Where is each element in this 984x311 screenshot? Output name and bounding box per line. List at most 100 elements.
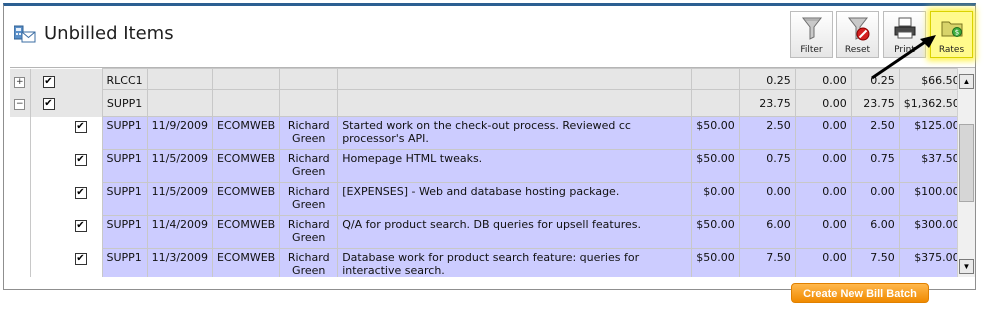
funnel-icon: [801, 17, 823, 40]
item-checkbox[interactable]: ✔: [74, 186, 87, 199]
empty-cell: [146, 89, 214, 117]
hours-cell: 2.50: [738, 116, 796, 150]
empty-cell: [279, 89, 339, 117]
item-checkbox-cell: ✔: [29, 248, 103, 277]
vertical-scrollbar[interactable]: ▲ ▼: [957, 68, 975, 277]
description-cell: [EXPENSES] - Web and database hosting pa…: [337, 182, 693, 216]
bill-cell: 0.75: [850, 149, 900, 183]
description-cell: Started work on the check-out process. R…: [337, 116, 693, 150]
nobill-cell: 0.00: [794, 68, 852, 90]
hours-cell: 0.75: [738, 149, 796, 183]
group-checkbox[interactable]: ✔: [42, 98, 55, 110]
empty-cell: [212, 89, 281, 117]
description-cell: Q/A for product search. DB queries for u…: [337, 215, 693, 249]
item-checkbox[interactable]: ✔: [74, 153, 87, 166]
description-cell: Database work for product search feature…: [337, 248, 693, 277]
item-checkbox[interactable]: ✔: [74, 219, 87, 232]
envelope-calculator-icon: [14, 25, 36, 43]
nobill-cell: 0.00: [794, 116, 852, 150]
bill-cell: 7.50: [850, 248, 900, 277]
description-cell: Homepage HTML tweaks.: [337, 149, 693, 183]
date-cell: 11/3/2009: [146, 248, 214, 277]
hours-cell: 6.00: [738, 215, 796, 249]
expand-collapse-icon[interactable]: −: [14, 99, 26, 110]
group-summary-row[interactable]: + ✔ RLCC1 0.25 0.00 0.25 $66.50: [10, 68, 965, 90]
code-cell: SUPP1: [101, 89, 148, 117]
employee-cell: Richard Green: [279, 215, 339, 249]
employee-cell: Richard Green: [279, 149, 339, 183]
empty-cell: [146, 68, 214, 90]
hours-cell: 23.75: [738, 89, 796, 117]
scroll-up-icon[interactable]: ▲: [959, 74, 974, 89]
employee-cell: Richard Green: [279, 248, 339, 277]
empty-cell: [10, 149, 31, 183]
table-row[interactable]: ✔ SUPP1 11/5/2009 ECOMWEB Richard Green [EXPE…: [10, 182, 965, 216]
amount-cell: $66.50: [898, 68, 965, 90]
item-checkbox[interactable]: ✔: [74, 252, 87, 265]
item-checkbox-cell: ✔: [29, 116, 103, 150]
scroll-thumb[interactable]: [959, 124, 974, 202]
date-cell: 11/4/2009: [146, 215, 214, 249]
employee-cell: Richard Green: [279, 116, 339, 150]
item-checkbox-cell: ✔: [29, 182, 103, 216]
reset-label: Reset: [844, 45, 871, 55]
amount-cell: $37.50: [898, 149, 965, 183]
code-cell: SUPP1: [101, 182, 148, 216]
empty-cell: [10, 248, 31, 277]
group-checkbox[interactable]: ✔: [42, 75, 55, 88]
table-row[interactable]: ✔ SUPP1 11/5/2009 ECOMWEB Richard Green Homep…: [10, 149, 965, 183]
item-checkbox[interactable]: ✔: [74, 120, 87, 133]
funnel-reset-icon: [847, 17, 870, 41]
rates-button[interactable]: $ Rates: [930, 11, 973, 58]
code-cell: RLCC1: [101, 68, 148, 90]
group-expander-cell: +: [10, 68, 31, 90]
bill-cell: 6.00: [850, 215, 900, 249]
code-cell: SUPP1: [101, 116, 148, 150]
print-button[interactable]: Print: [883, 11, 926, 58]
bill-cell: 23.75: [850, 89, 900, 117]
rates-label: Rates: [938, 45, 965, 55]
client-cell: ECOMWEB: [212, 215, 281, 249]
nobill-cell: 0.00: [794, 215, 852, 249]
nobill-cell: 0.00: [794, 182, 852, 216]
group-summary-row[interactable]: − ✔ SUPP1 23.75 0.00 23.75 $1,362.50: [10, 89, 965, 117]
panel-header: Unbilled Items Filter Reset Print $ Rate…: [4, 6, 975, 66]
filter-button[interactable]: Filter: [790, 11, 833, 58]
client-cell: ECOMWEB: [212, 149, 281, 183]
create-new-bill-batch-button[interactable]: Create New Bill Batch: [791, 283, 929, 303]
hours-cell: 0.00: [738, 182, 796, 216]
items-table: + ✔ RLCC1 0.25 0.00 0.25 $66.50− ✔ SUPP1 23.75 0.0…: [10, 68, 965, 277]
client-cell: ECOMWEB: [212, 248, 281, 277]
client-cell: ECOMWEB: [212, 182, 281, 216]
expand-collapse-icon[interactable]: +: [14, 76, 26, 88]
group-expander-cell: −: [10, 89, 31, 117]
empty-cell: [691, 89, 740, 117]
table-row[interactable]: ✔ SUPP1 11/9/2009 ECOMWEB Richard Green Start…: [10, 116, 965, 150]
empty-cell: [10, 182, 31, 216]
empty-cell: [10, 215, 31, 249]
empty-cell: [337, 68, 693, 90]
empty-cell: [337, 89, 693, 117]
date-cell: 11/9/2009: [146, 116, 214, 150]
item-checkbox-cell: ✔: [29, 215, 103, 249]
item-checkbox-cell: ✔: [29, 149, 103, 183]
print-label: Print: [894, 45, 915, 55]
empty-cell: [691, 68, 740, 90]
reset-button[interactable]: Reset: [836, 11, 879, 58]
bill-cell: 0.25: [850, 68, 900, 90]
code-cell: SUPP1: [101, 215, 148, 249]
hours-cell: 0.25: [738, 68, 796, 90]
nobill-cell: 0.00: [794, 248, 852, 277]
nobill-cell: 0.00: [794, 149, 852, 183]
unbilled-items-panel: Unbilled Items Filter Reset Print $ Rate…: [3, 3, 976, 290]
empty-cell: [10, 116, 31, 150]
rate-cell: $50.00: [691, 248, 740, 277]
bill-cell: 0.00: [850, 182, 900, 216]
unbilled-items-grid: + ✔ RLCC1 0.25 0.00 0.25 $66.50− ✔ SUPP1 23.75 0.0…: [10, 67, 975, 277]
scroll-down-icon[interactable]: ▼: [959, 259, 974, 274]
table-row[interactable]: ✔ SUPP1 11/3/2009 ECOMWEB Richard Green Datab…: [10, 248, 965, 277]
date-cell: 11/5/2009: [146, 182, 214, 216]
empty-cell: [212, 68, 281, 90]
table-row[interactable]: ✔ SUPP1 11/4/2009 ECOMWEB Richard Green Q/A f…: [10, 215, 965, 249]
amount-cell: $1,362.50: [898, 89, 965, 117]
